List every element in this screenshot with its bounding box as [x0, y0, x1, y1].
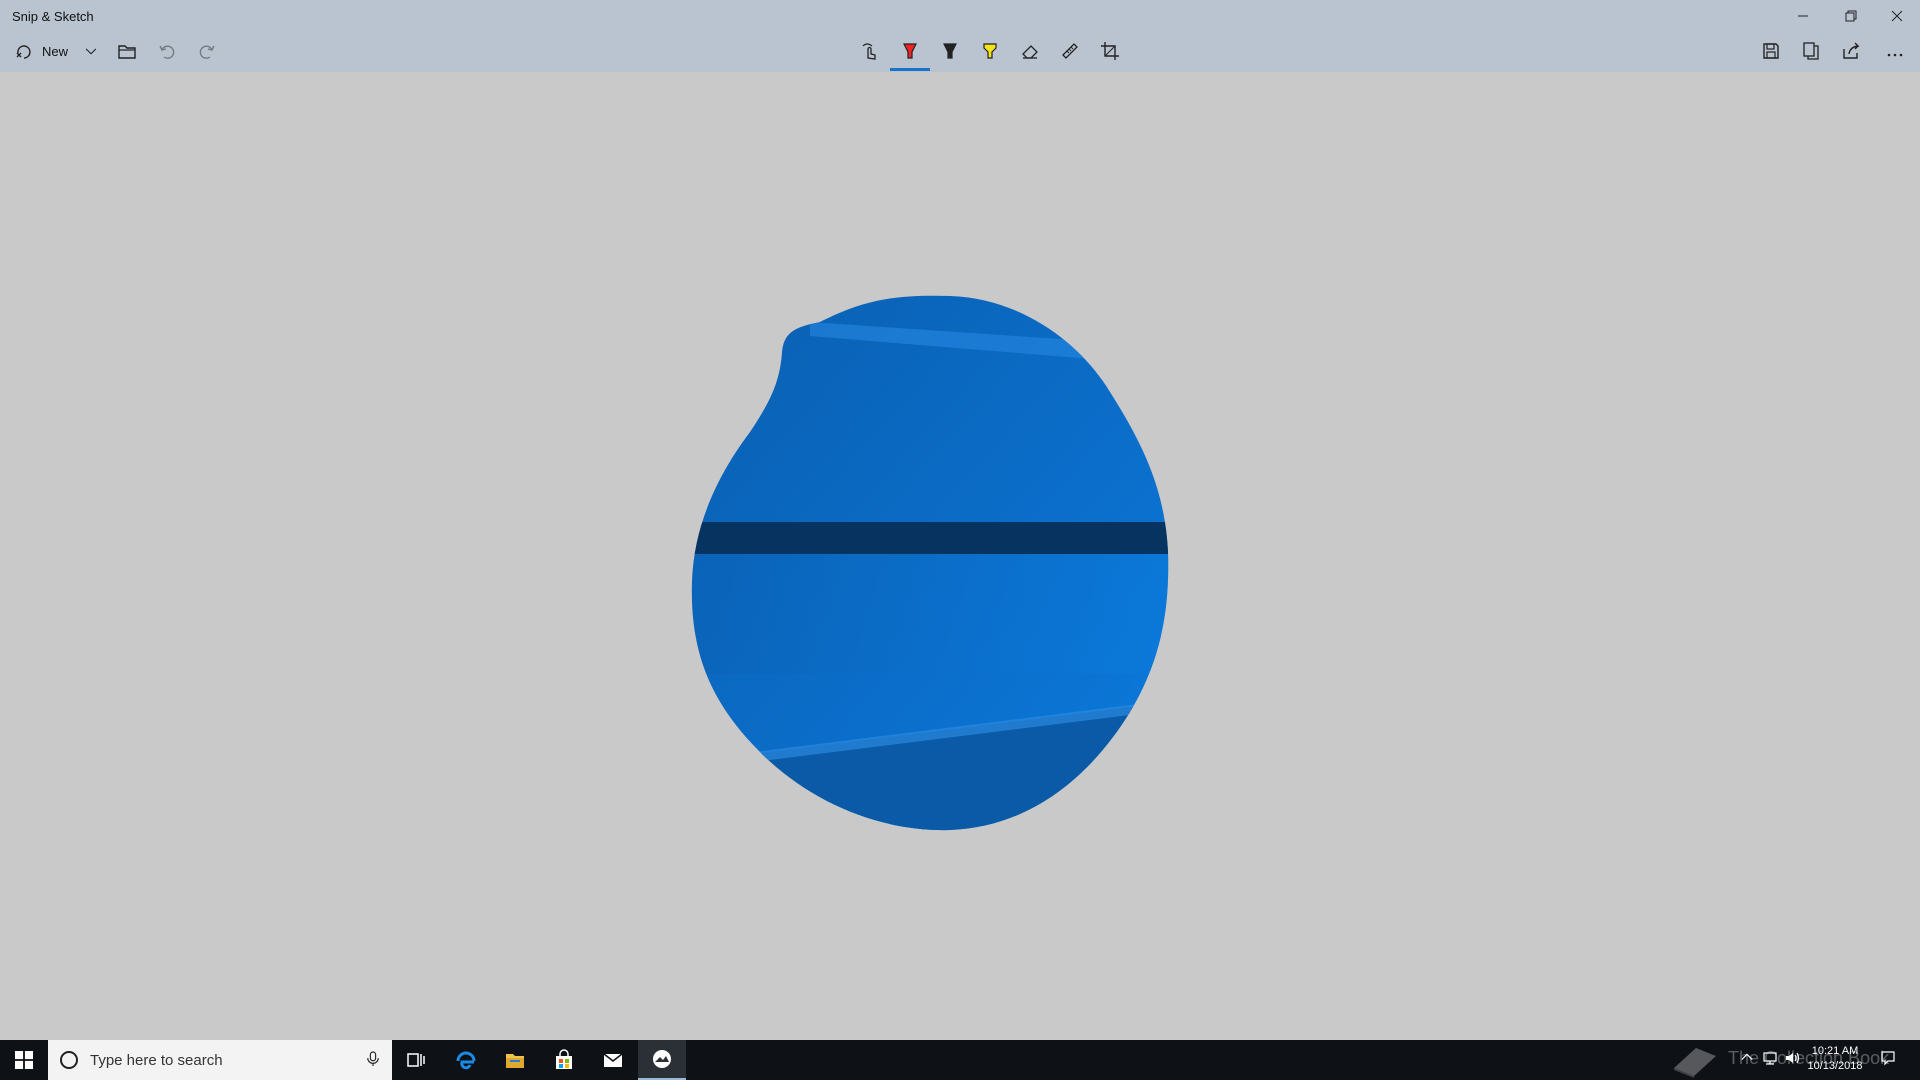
search-placeholder: Type here to search [90, 1051, 223, 1069]
start-button[interactable] [0, 1040, 48, 1080]
new-snip-icon [16, 45, 31, 59]
clock-time: 10:21 AM [1811, 1045, 1859, 1057]
ruler-icon [1062, 43, 1078, 59]
snip-sketch-icon [653, 1050, 671, 1068]
chevron-down-icon [85, 48, 97, 55]
touch-writing-icon [862, 43, 876, 60]
restore-button[interactable] [1828, 0, 1874, 32]
close-button[interactable] [1874, 0, 1920, 32]
save-button[interactable] [1756, 36, 1786, 66]
mail-button[interactable] [589, 1040, 637, 1080]
copy-icon [1803, 42, 1819, 60]
task-view-button[interactable] [392, 1040, 440, 1080]
network-icon[interactable] [1762, 1050, 1778, 1066]
ruler-button[interactable] [1055, 36, 1085, 66]
store-icon [556, 1049, 572, 1069]
ballpoint-pen-button[interactable] [895, 36, 925, 66]
edge-icon [456, 1051, 476, 1070]
restore-icon [1845, 10, 1857, 22]
taskbar-search-box[interactable]: Type here to search [48, 1040, 392, 1080]
eraser-button[interactable] [1015, 36, 1045, 66]
pencil-button[interactable] [935, 36, 965, 66]
notification-icon[interactable] [1880, 1050, 1896, 1066]
cortana-icon [60, 1051, 78, 1069]
edge-button[interactable] [442, 1040, 490, 1080]
snip-content [691, 295, 1169, 831]
windows-logo-icon [15, 1051, 33, 1069]
app-bar: Snip & Sketch New [0, 0, 1920, 72]
close-icon [1891, 10, 1903, 22]
volume-icon[interactable] [1784, 1050, 1800, 1066]
highlighter-icon [983, 43, 997, 59]
pencil-icon [943, 43, 957, 59]
chevron-up-icon[interactable] [1740, 1050, 1754, 1064]
book-watermark-logo [1674, 1048, 1716, 1078]
save-icon [1763, 43, 1779, 59]
freeform-snip-image [691, 295, 1169, 831]
highlighter-button[interactable] [975, 36, 1005, 66]
copy-button[interactable] [1796, 36, 1826, 66]
redo-button[interactable] [192, 36, 222, 66]
task-view-icon [407, 1053, 425, 1067]
undo-icon [159, 45, 175, 59]
microphone-icon[interactable] [366, 1051, 380, 1067]
store-button[interactable] [540, 1040, 588, 1080]
new-label: New [41, 43, 68, 59]
more-options-button[interactable] [1880, 36, 1910, 66]
more-icon [1887, 53, 1903, 57]
crop-button[interactable] [1095, 36, 1125, 66]
clock-date: 10/13/2018 [1807, 1060, 1863, 1072]
taskbar: Type here to search The Collection Book … [0, 1040, 1920, 1080]
ballpoint-pen-icon [903, 43, 917, 59]
touch-writing-button[interactable] [855, 36, 885, 66]
snip-sketch-taskbar-button[interactable] [638, 1040, 686, 1080]
undo-button[interactable] [152, 36, 182, 66]
file-explorer-icon [506, 1054, 524, 1068]
new-snip-button[interactable]: New [10, 36, 72, 66]
new-snip-dropdown[interactable] [80, 36, 102, 66]
crop-icon [1101, 42, 1119, 60]
taskbar-clock[interactable]: 10:21 AM 10/13/2018 [1800, 1044, 1870, 1074]
minimize-icon [1798, 15, 1808, 17]
window-title: Snip & Sketch [12, 9, 94, 24]
share-button[interactable] [1836, 36, 1866, 66]
mail-icon [603, 1053, 623, 1067]
file-explorer-button[interactable] [491, 1040, 539, 1080]
eraser-icon [1022, 45, 1038, 59]
open-file-button[interactable] [112, 36, 142, 66]
sketch-canvas[interactable] [0, 72, 1920, 1040]
active-tool-indicator [890, 68, 930, 71]
folder-icon [118, 45, 136, 59]
redo-icon [199, 45, 215, 59]
share-icon [1843, 42, 1860, 59]
minimize-button[interactable] [1780, 0, 1826, 32]
